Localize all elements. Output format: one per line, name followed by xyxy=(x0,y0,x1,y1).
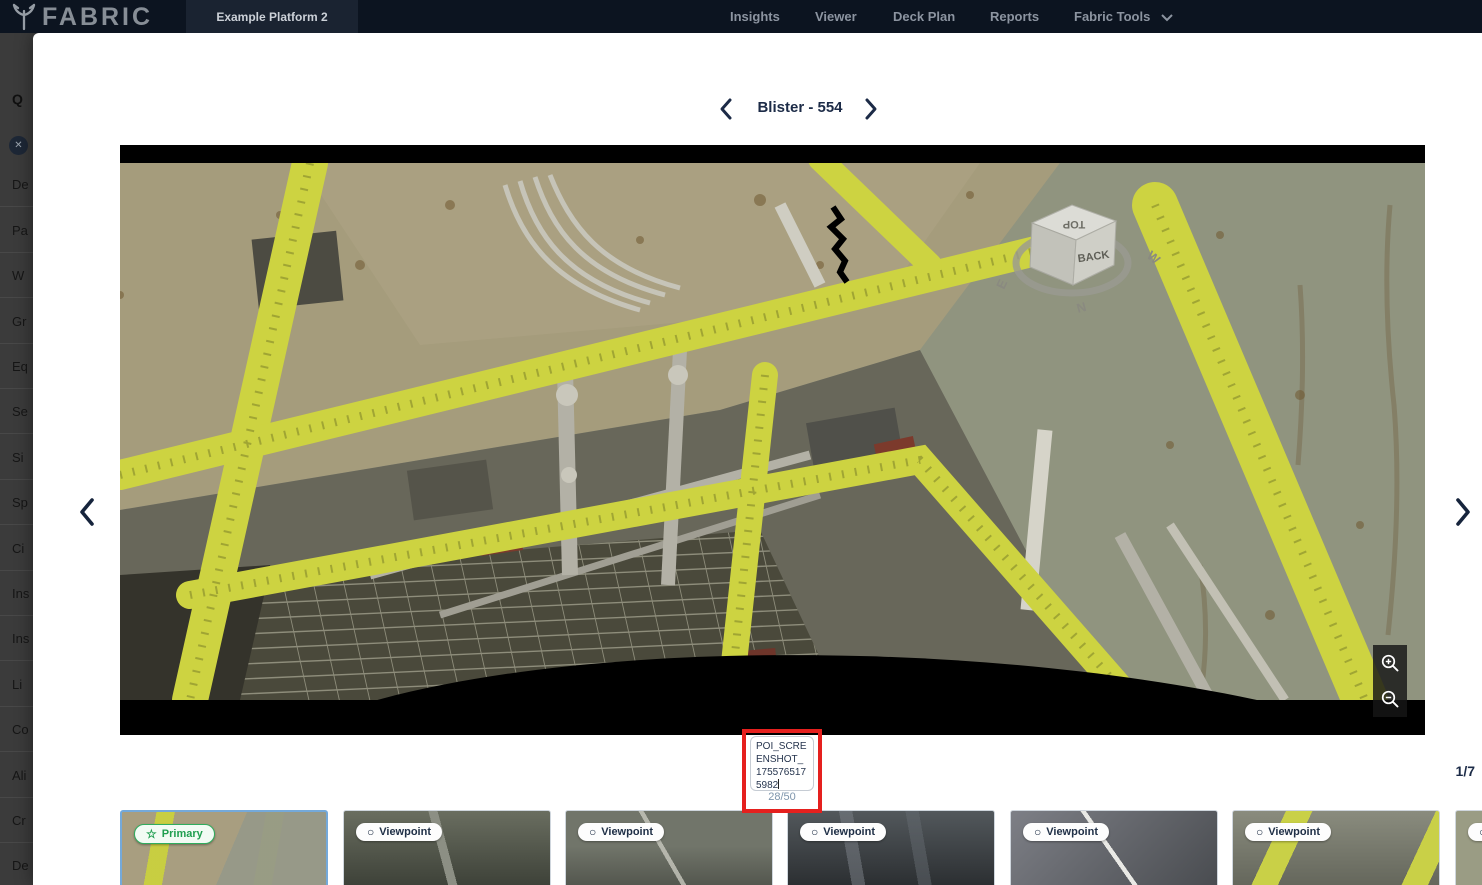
fabric-logo-icon xyxy=(10,2,38,32)
prev-photo-button[interactable] xyxy=(76,496,98,531)
prev-item-button[interactable] xyxy=(718,97,734,124)
sidebar-item[interactable]: Ali xyxy=(0,753,33,798)
sidebar-item[interactable]: De xyxy=(0,843,33,885)
viewpoint-badge: ○ Viewpoint xyxy=(356,823,442,841)
sidebar-item[interactable]: Pa xyxy=(0,208,33,253)
sidebar: Q ✕ De Pa W Gr Eq Se Si Sp Ci Ins Ins Li… xyxy=(0,33,33,885)
viewpoint-badge: ○ Viewpoint xyxy=(1245,823,1331,841)
sidebar-item[interactable]: Eq xyxy=(0,344,33,389)
thumbnail-viewpoint[interactable]: ○ Viewpoint xyxy=(565,810,773,885)
viewpoint-badge: ○ Viewpoint xyxy=(578,823,664,841)
thumbnail-viewpoint[interactable]: ○ Viewpoint xyxy=(1232,810,1440,885)
sidebar-item[interactable]: Si xyxy=(0,435,33,480)
circle-icon: ○ xyxy=(1034,827,1041,837)
top-navbar: FABRIC Example Platform 2 Insights Viewe… xyxy=(0,0,1482,33)
thumbnail-viewpoint[interactable]: ○ Viewpoint xyxy=(343,810,551,885)
sidebar-item[interactable]: Sp xyxy=(0,480,33,525)
viewpoint-badge: ○ Viewpoint xyxy=(1468,823,1482,841)
brand-name: FABRIC xyxy=(42,3,153,32)
next-photo-button[interactable] xyxy=(1452,496,1474,531)
text-cursor xyxy=(778,779,779,789)
nav-insights[interactable]: Insights xyxy=(730,0,780,33)
circle-icon: ○ xyxy=(367,827,374,837)
chevron-right-icon xyxy=(1452,496,1474,528)
close-icon: ✕ xyxy=(14,140,22,151)
nav-reports[interactable]: Reports xyxy=(990,0,1039,33)
primary-badge: ☆ Primary xyxy=(134,824,215,844)
sidebar-item[interactable]: Ins xyxy=(0,571,33,616)
cube-top-label: TOP xyxy=(1063,218,1085,230)
sidebar-item[interactable]: Gr xyxy=(0,299,33,344)
main-photo-viewport[interactable]: TOP BACK E W N xyxy=(120,145,1425,735)
sidebar-item[interactable]: Ci xyxy=(0,526,33,571)
sidebar-item[interactable]: Cr xyxy=(0,798,33,843)
brand: FABRIC xyxy=(10,2,153,32)
chevron-left-icon xyxy=(76,496,98,528)
sidebar-item[interactable]: Se xyxy=(0,389,33,434)
zoom-in-icon xyxy=(1380,653,1400,673)
thumbnail-viewpoint[interactable]: ○ Viewpoint xyxy=(1010,810,1218,885)
star-icon: ☆ xyxy=(146,829,157,839)
sidebar-item[interactable]: De xyxy=(0,162,33,207)
zoom-out-button[interactable] xyxy=(1373,681,1407,717)
sidebar-item[interactable]: Li xyxy=(0,662,33,707)
platform-tab[interactable]: Example Platform 2 xyxy=(186,0,358,33)
zoom-in-button[interactable] xyxy=(1373,645,1407,681)
circle-icon: ○ xyxy=(589,827,596,837)
sidebar-item[interactable]: Ins xyxy=(0,616,33,661)
circle-icon: ○ xyxy=(811,827,818,837)
sidebar-item[interactable]: W xyxy=(0,253,33,298)
sidebar-heading: Q xyxy=(12,91,23,107)
zoom-out-icon xyxy=(1380,689,1400,709)
main-photo[interactable]: TOP BACK E W N xyxy=(120,145,1425,735)
sidebar-item[interactable]: Co xyxy=(0,707,33,752)
viewer-title: Blister - 554 xyxy=(740,99,860,116)
char-counter: 28/50 xyxy=(742,791,822,803)
clear-filter-chip[interactable]: ✕ xyxy=(9,136,28,155)
circle-icon: ○ xyxy=(1256,827,1263,837)
thumbnail-viewpoint[interactable]: ○ Viewpoint xyxy=(787,810,995,885)
next-item-button[interactable] xyxy=(863,97,879,124)
chevron-left-icon xyxy=(718,97,734,121)
nav-deck-plan[interactable]: Deck Plan xyxy=(893,0,955,33)
chevron-right-icon xyxy=(863,97,879,121)
caption-text: POI_SCREENSHOT_1755765175982 xyxy=(756,741,807,791)
nav-viewer[interactable]: Viewer xyxy=(815,0,857,33)
viewpoint-badge: ○ Viewpoint xyxy=(800,823,886,841)
thumbnail-viewpoint[interactable]: ○ Viewpoint xyxy=(1455,810,1482,885)
chevron-down-icon[interactable] xyxy=(1161,14,1173,22)
viewpoint-badge: ○ Viewpoint xyxy=(1023,823,1109,841)
nav-fabric-tools[interactable]: Fabric Tools xyxy=(1074,0,1150,33)
page-indicator: 1/7 xyxy=(1430,763,1475,779)
thumbnail-primary[interactable]: ☆ Primary xyxy=(120,810,328,885)
caption-input[interactable]: POI_SCREENSHOT_1755765175982 xyxy=(750,736,814,791)
app-root: Q ✕ De Pa W Gr Eq Se Si Sp Ci Ins Ins Li… xyxy=(0,0,1482,885)
